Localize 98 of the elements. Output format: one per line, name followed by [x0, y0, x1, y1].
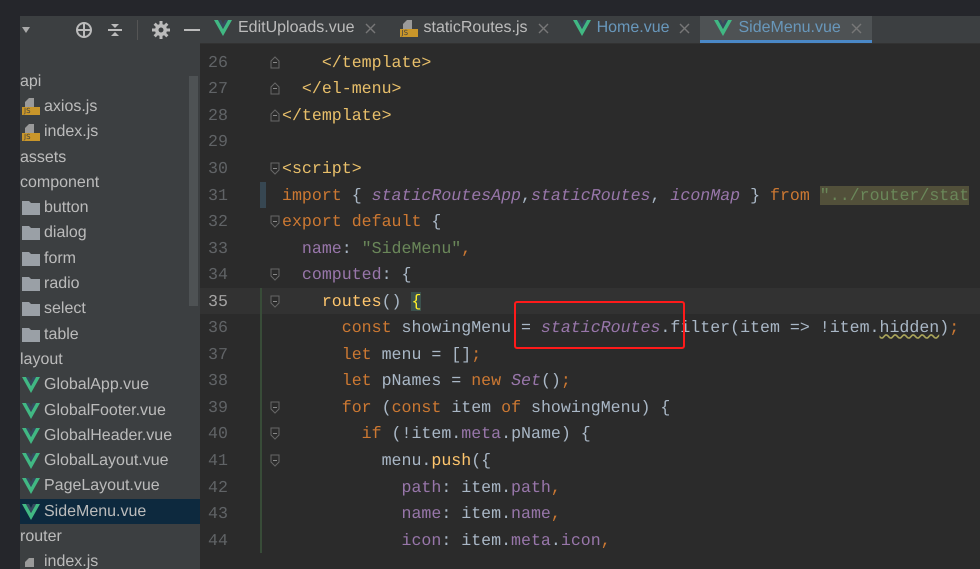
code-line: </el-menu>	[300, 79, 402, 98]
fold-marker-icon[interactable]	[270, 215, 280, 228]
change-marker[interactable]	[260, 341, 262, 368]
folder-icon	[22, 226, 40, 240]
line-number: 43	[208, 504, 229, 524]
line-number: 37	[208, 344, 229, 364]
code-line: for (const item of showingMenu) {	[340, 398, 670, 417]
fold-marker-icon[interactable]	[270, 162, 280, 175]
line-number: 39	[208, 398, 229, 417]
tree-item[interactable]: button	[20, 195, 200, 221]
line-number: 36	[208, 318, 229, 338]
tree-item[interactable]: SideMenu.vue	[20, 499, 200, 524]
tree-item[interactable]: api	[20, 69, 200, 94]
tree-item[interactable]: router	[20, 524, 200, 550]
line-number: 35	[208, 292, 229, 311]
code-editor[interactable]	[200, 44, 980, 569]
tree-item[interactable]: dialog	[20, 220, 200, 246]
tree-item[interactable]: PageLayout.vue	[20, 474, 200, 500]
fold-marker-icon[interactable]	[270, 108, 280, 122]
code-line: name: item.name,	[400, 504, 561, 524]
tree-item[interactable]: GlobalLayout.vue	[20, 448, 200, 474]
line-number: 30	[208, 158, 229, 178]
fold-marker-icon[interactable]	[270, 427, 280, 440]
code-line: export default {	[282, 212, 442, 232]
change-marker[interactable]	[260, 474, 262, 500]
line-number: 44	[208, 530, 229, 550]
fold-marker-icon[interactable]	[270, 454, 280, 467]
fold-marker-icon[interactable]	[270, 294, 280, 308]
code-line: <script>	[282, 158, 362, 178]
collapse-icon[interactable]	[107, 22, 124, 38]
code-line: if (!item.meta.pName) {	[360, 424, 591, 444]
vue-icon	[22, 478, 40, 494]
change-marker[interactable]	[260, 447, 262, 474]
line-number: 42	[208, 478, 229, 497]
code-line: path: item.path,	[400, 478, 561, 497]
change-marker[interactable]	[260, 394, 262, 421]
line-number: 31	[208, 186, 229, 204]
line-number: 34	[208, 265, 229, 284]
fold-marker-icon[interactable]	[270, 400, 280, 414]
tree-item[interactable]: radio	[20, 271, 200, 297]
editor-tab[interactable]: Home.vue	[558, 16, 700, 43]
vue-icon	[22, 453, 40, 470]
folder-icon	[22, 277, 40, 292]
vue-icon	[22, 377, 40, 394]
fold-marker-icon[interactable]	[270, 82, 280, 96]
line-number: 41	[208, 450, 229, 470]
line-number: 28	[208, 106, 229, 125]
tree-item[interactable]: form	[20, 246, 200, 272]
code-line: let menu = [];	[340, 344, 482, 364]
code-line: </template>	[320, 52, 432, 72]
tree-item[interactable]: table	[20, 322, 200, 348]
code-line: </template>	[282, 106, 392, 125]
change-marker[interactable]	[260, 526, 262, 554]
caret-icon[interactable]	[22, 26, 30, 32]
tree-item[interactable]: GlobalFooter.vue	[20, 398, 200, 424]
code-line: menu.push({	[380, 450, 492, 470]
close-icon[interactable]	[679, 22, 690, 34]
code-line: name: "SideMenu",	[300, 238, 472, 258]
vue-icon	[22, 402, 40, 418]
code-line: computed: {	[300, 265, 412, 284]
change-marker[interactable]	[260, 368, 262, 394]
vue-icon	[22, 504, 40, 520]
line-number: 27	[208, 79, 229, 98]
line-number: 33	[208, 238, 229, 258]
line-number: 40	[208, 424, 229, 444]
folder-icon	[22, 302, 40, 316]
line-number: 29	[208, 132, 229, 152]
folder-icon	[22, 201, 40, 216]
line-number: 32	[208, 212, 229, 232]
change-marker[interactable]	[260, 314, 262, 342]
crosshair-icon[interactable]	[75, 20, 94, 38]
line-number: 38	[208, 371, 229, 390]
folder-icon	[22, 328, 40, 342]
vue-icon	[714, 20, 732, 36]
editor-tab[interactable]: EditUploads.vue	[200, 16, 386, 43]
tree-item[interactable]: GlobalHeader.vue	[20, 423, 200, 448]
code-line: let pNames = new Set();	[340, 371, 571, 390]
tree-item[interactable]: assets	[20, 144, 200, 170]
fold-marker-icon[interactable]	[270, 268, 280, 282]
code-line: routes() {	[320, 292, 422, 311]
folder-icon	[22, 252, 40, 266]
change-marker[interactable]	[260, 182, 266, 208]
minimize-icon[interactable]	[184, 28, 200, 30]
change-marker[interactable]	[260, 420, 262, 448]
tree-item[interactable]: select	[20, 296, 200, 322]
close-icon[interactable]	[364, 22, 376, 34]
settings-icon[interactable]	[152, 20, 170, 38]
vue-icon	[572, 20, 591, 36]
vue-icon	[214, 20, 232, 36]
line-number: 26	[208, 52, 229, 72]
close-icon[interactable]	[538, 22, 549, 34]
vue-icon	[22, 428, 40, 444]
tree-item[interactable]: component	[20, 170, 200, 196]
change-marker[interactable]	[260, 500, 262, 527]
tree-item[interactable]: layout	[20, 347, 200, 373]
tree-item[interactable]: GlobalApp.vue	[20, 372, 200, 398]
code-line: icon: item.meta.icon,	[400, 530, 611, 550]
fold-marker-icon[interactable]	[270, 56, 280, 69]
